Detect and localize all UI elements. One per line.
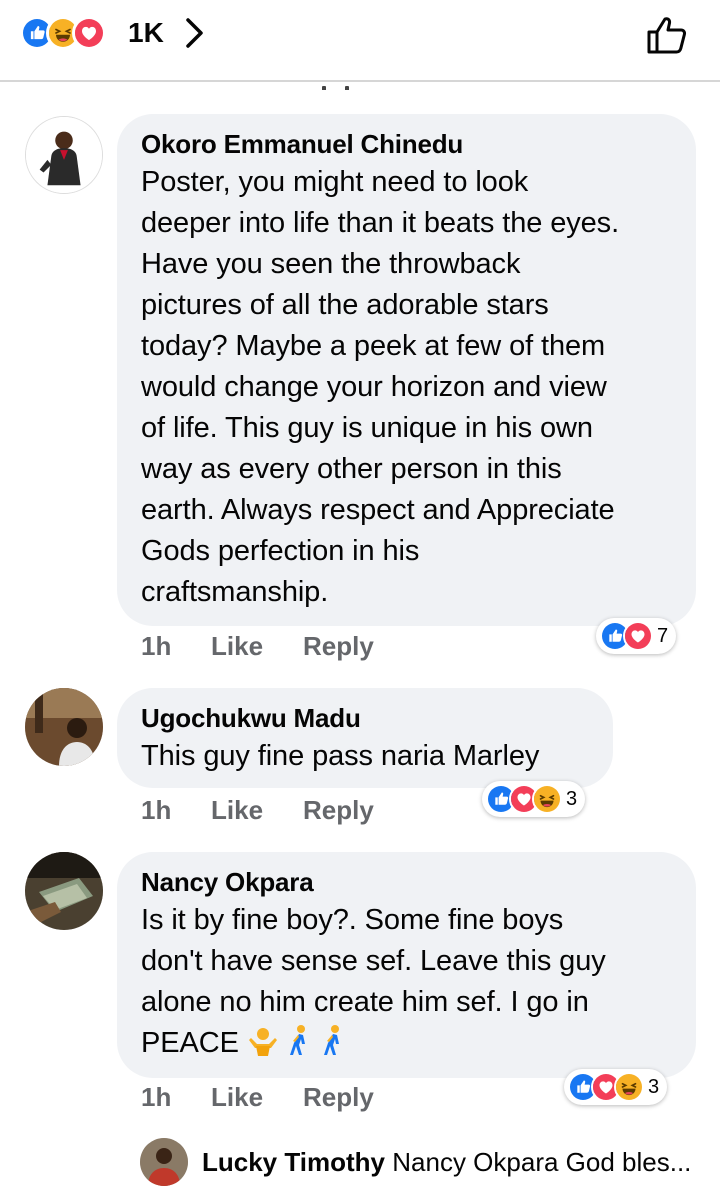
avatar[interactable] [25,688,103,766]
comment-line: alone no him create him sef. I go in [141,986,589,1018]
reply-author-name[interactable]: Lucky Timothy [202,1147,385,1177]
comment-line: Is it by fine boy?. Some fine boys [141,904,564,936]
avatar[interactable] [25,116,103,194]
chevron-right-icon[interactable] [182,15,208,51]
comment-line: craftsmanship. [141,576,329,608]
comment-line: pictures of all the adorable stars [141,289,549,321]
haha-icon [614,1072,644,1102]
comment-line: today? Maybe a peek at few of them [141,330,606,362]
comment-line: don't have sense sef. Leave this guy [141,945,606,977]
comment-text: Is it by fine boy?. Some fine boys don't… [141,900,670,1064]
comment-line: way as every other person in this [141,453,562,485]
commenter-name[interactable]: Ugochukwu Madu [141,702,587,734]
comment-line: Have you seen the throwback [141,248,521,280]
comment-time[interactable]: 1h [141,1082,211,1113]
avatar[interactable] [25,852,103,930]
reactions-bar: 1K [0,0,720,82]
love-icon [72,16,106,50]
reaction-count[interactable]: 1K [128,16,164,50]
comment-actions: 1h Like Reply [141,1082,374,1113]
haha-icon [532,784,562,814]
comment-reactions[interactable]: 3 [482,781,586,817]
reaction-count: 3 [566,787,578,810]
reply-button[interactable]: Reply [303,631,374,662]
comment-reactions[interactable]: 3 [564,1069,668,1105]
commenter-name[interactable]: Nancy Okpara [141,866,670,898]
comment-text: This guy fine pass naria Marley [141,736,587,777]
comment-line: This guy fine pass naria Marley [141,740,540,772]
comment-time[interactable]: 1h [141,795,211,826]
person-walking-emoji [321,1024,347,1056]
comment-line-text: PEACE [141,1027,239,1059]
comment-time[interactable]: 1h [141,631,211,662]
reply-text: Lucky Timothy Nancy Okpara God bles... [202,1147,691,1178]
comment-line: would change your horizon and view [141,371,607,403]
comment-line: Gods perfection in his [141,535,420,567]
thumbs-up-outline-icon[interactable] [646,13,690,55]
comment-bubble: Okoro Emmanuel Chinedu Poster, you might… [117,114,696,626]
comment-text: Poster, you might need to look deeper in… [141,162,670,613]
reaction-count: 7 [657,624,669,647]
comment-line: Poster, you might need to look [141,166,529,198]
comment-bubble: Ugochukwu Madu This guy fine pass naria … [117,688,613,788]
comment-actions: 1h Like Reply [141,631,374,662]
clipped-text [322,80,382,90]
comment-reactions[interactable]: 7 [596,618,677,654]
comment-line: earth. Always respect and Appreciate [141,494,615,526]
like-button[interactable]: Like [211,795,303,826]
commenter-name[interactable]: Okoro Emmanuel Chinedu [141,128,670,160]
person-walking-emoji [287,1024,313,1056]
comment-line: PEACE [141,1023,670,1064]
like-button[interactable]: Like [211,1082,303,1113]
love-icon [623,621,653,651]
comment-line: of life. This guy is unique in his own [141,412,593,444]
avatar[interactable] [140,1138,188,1186]
comment-actions: 1h Like Reply [141,795,374,826]
like-button[interactable]: Like [211,631,303,662]
reaction-summary[interactable] [20,16,106,50]
person-shrugging-emoji [247,1024,279,1056]
reply-button[interactable]: Reply [303,795,374,826]
comment-line: deeper into life than it beats the eyes. [141,207,620,239]
comment-bubble: Nancy Okpara Is it by fine boy?. Some fi… [117,852,696,1078]
reaction-count: 3 [648,1075,660,1098]
reply-button[interactable]: Reply [303,1082,374,1113]
reply-snippet: Nancy Okpara God bles... [392,1146,692,1177]
reply-preview[interactable]: Lucky Timothy Nancy Okpara God bles... [140,1138,691,1186]
